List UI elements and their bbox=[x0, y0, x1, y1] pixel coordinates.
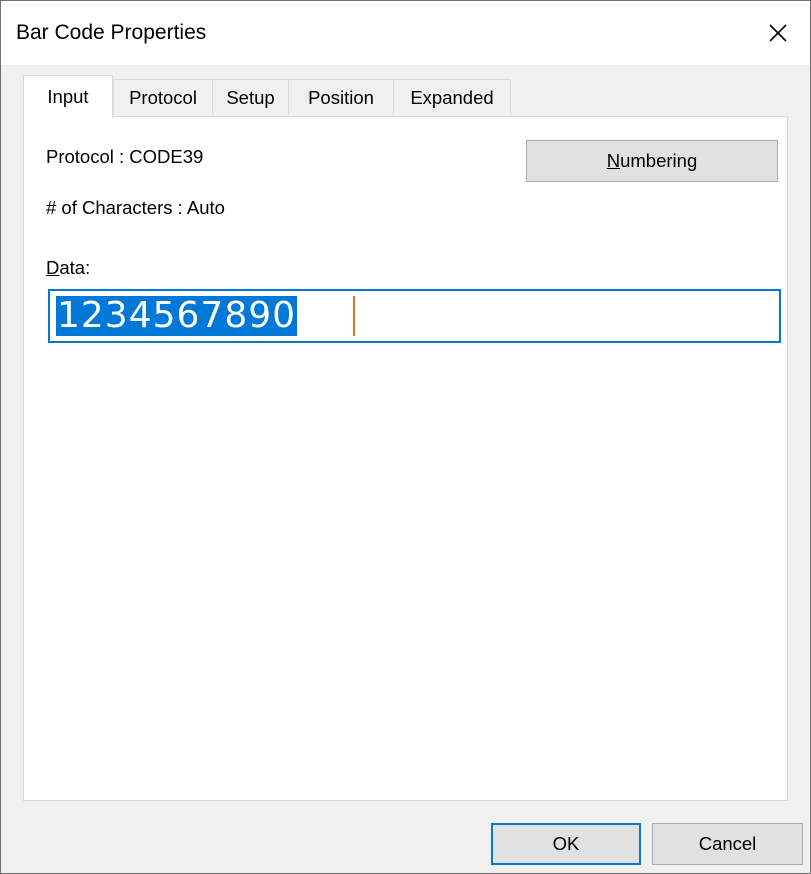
input-tab-panel: Protocol : CODE39 # of Characters : Auto… bbox=[23, 116, 788, 801]
tab-setup[interactable]: Setup bbox=[212, 79, 289, 115]
data-input-value: 1234567890 bbox=[56, 295, 298, 336]
protocol-text: Protocol : CODE39 bbox=[46, 146, 204, 167]
title-bar: Bar Code Properties bbox=[1, 1, 810, 65]
window-title: Bar Code Properties bbox=[16, 21, 207, 44]
cancel-button[interactable]: Cancel bbox=[652, 823, 803, 865]
data-input[interactable]: 1234567890 bbox=[48, 289, 781, 343]
data-label: Data: bbox=[46, 257, 90, 279]
tab-input[interactable]: Input bbox=[23, 75, 113, 118]
numbering-label: umbering bbox=[620, 150, 698, 171]
tab-position[interactable]: Position bbox=[288, 79, 394, 115]
text-caret bbox=[353, 296, 355, 336]
ok-button[interactable]: OK bbox=[491, 823, 641, 865]
close-button[interactable] bbox=[746, 1, 810, 65]
bar-code-properties-dialog: Bar Code Properties Input Protocol Setup… bbox=[0, 0, 811, 874]
numbering-button[interactable]: Numbering bbox=[526, 140, 778, 182]
tab-protocol[interactable]: Protocol bbox=[113, 79, 213, 115]
tab-strip: Input Protocol Setup Position Expanded bbox=[23, 75, 810, 118]
tab-expanded[interactable]: Expanded bbox=[393, 79, 511, 115]
character-count-text: # of Characters : Auto bbox=[46, 197, 225, 218]
data-label-mnemonic: D bbox=[46, 257, 60, 278]
close-icon bbox=[769, 24, 787, 42]
numbering-mnemonic: N bbox=[606, 150, 621, 171]
data-label-text: ata: bbox=[59, 257, 91, 278]
